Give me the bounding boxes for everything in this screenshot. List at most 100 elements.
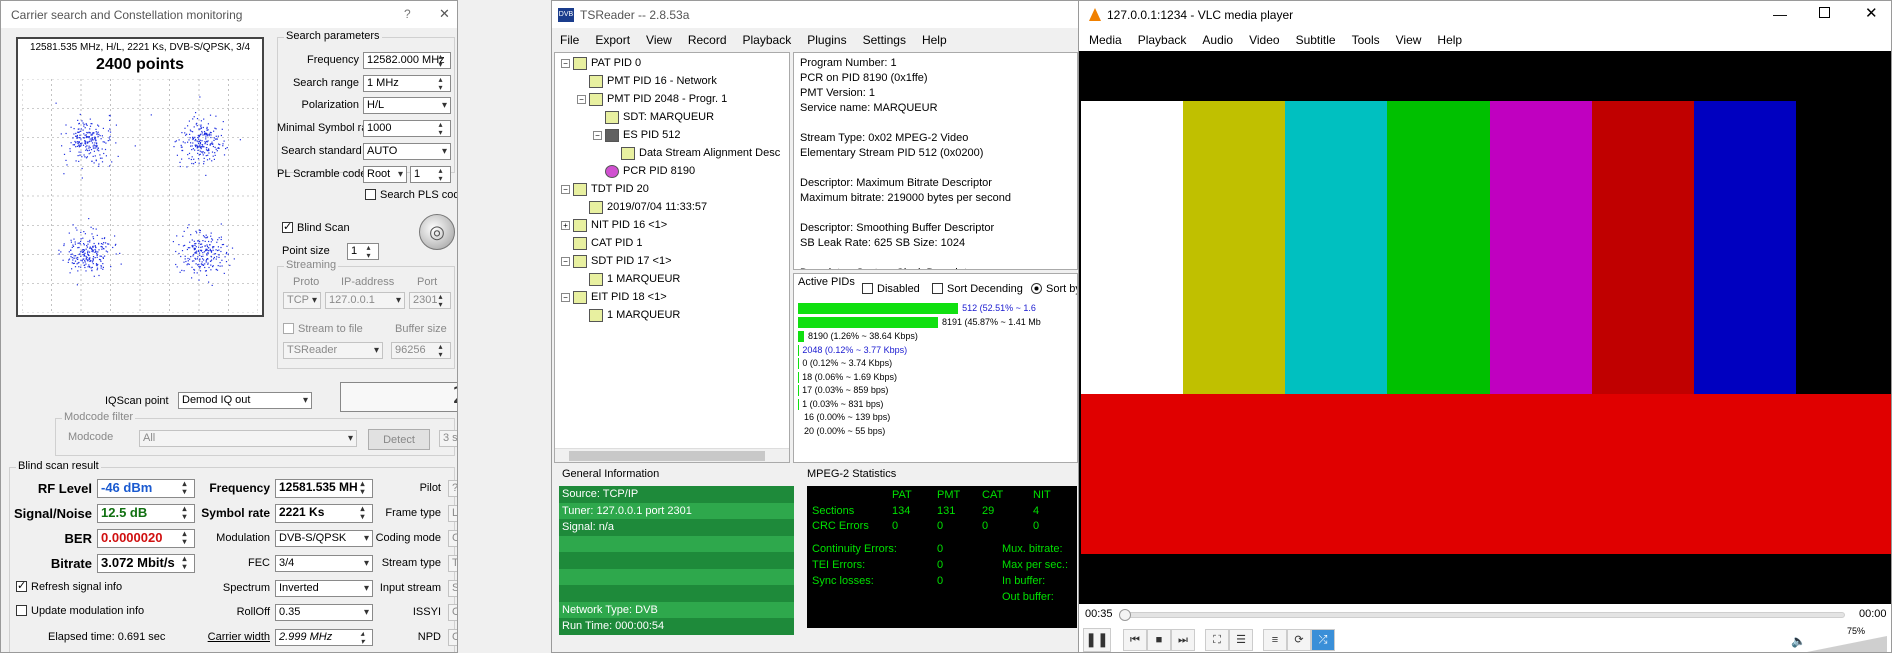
playlist-button[interactable]: ≡	[1263, 629, 1287, 651]
update-modulation-checkbox[interactable]: Update modulation info	[16, 605, 144, 617]
tsreader-menu-playback[interactable]: Playback	[735, 33, 800, 47]
frequency-field[interactable]: 12582.000 MHz	[363, 52, 451, 69]
modcode-select[interactable]: All	[139, 430, 357, 447]
shuffle-button[interactable]: ⤮	[1311, 629, 1335, 651]
spectrum-select[interactable]: Inverted	[275, 580, 373, 597]
tsreader-menu-file[interactable]: File	[552, 33, 587, 47]
detect-button[interactable]: Detect	[368, 429, 430, 450]
proto-select[interactable]: TCP	[283, 292, 321, 309]
stop-button[interactable]: ■	[1147, 629, 1171, 651]
polarization-select[interactable]: H/L	[363, 97, 451, 114]
disabled-check[interactable]	[862, 283, 873, 294]
tree-node[interactable]: − ES PID 512	[593, 126, 680, 144]
sort-desc-checkbox[interactable]: Sort Decending	[932, 283, 1023, 295]
vlc-menu-view[interactable]: View	[1388, 33, 1430, 47]
tree-scrollbar[interactable]	[555, 448, 789, 462]
pid-row[interactable]: 1 (0.03% ~ 831 bps)	[798, 398, 1077, 412]
pid-row[interactable]: 18 (0.06% ~ 1.69 Kbps)	[798, 371, 1077, 385]
stream-file-select[interactable]: TSReader	[283, 342, 383, 359]
carrier-width-label[interactable]: Carrier width	[198, 631, 270, 643]
tree-node[interactable]: + NIT PID 16 <1>	[561, 216, 667, 234]
update-modulation-check[interactable]	[16, 605, 27, 616]
seek-handle[interactable]	[1119, 609, 1131, 621]
tree-node[interactable]: 2019/07/04 11:33:57	[577, 198, 707, 216]
sort-by-radio-dot[interactable]	[1031, 283, 1042, 294]
input-stream-select[interactable]: Single	[448, 580, 457, 597]
vlc-close-icon[interactable]: ✕	[1865, 4, 1878, 22]
modulation-select[interactable]: DVB-S/QPSK	[275, 530, 373, 547]
volume-icon[interactable]: 🔈	[1791, 634, 1806, 648]
ip-address-field[interactable]: 127.0.0.1	[325, 292, 405, 309]
extended-settings-button[interactable]: ☰	[1229, 629, 1253, 651]
vlc-menu-playback[interactable]: Playback	[1130, 33, 1195, 47]
search-pls-check[interactable]	[365, 189, 376, 200]
point-size-field[interactable]: 1	[347, 243, 379, 260]
blind-scan-checkbox[interactable]: Blind Scan	[282, 220, 350, 234]
pid-row[interactable]: 2048 (0.12% ~ 3.77 Kbps)	[798, 344, 1077, 358]
refresh-signal-check[interactable]	[16, 579, 27, 592]
help-button[interactable]: ?	[404, 7, 411, 21]
close-button[interactable]: ✕	[439, 6, 450, 22]
seek-bar[interactable]	[1121, 612, 1845, 618]
pid-row[interactable]: 20 (0.00% ~ 55 bps)	[798, 425, 1077, 439]
tree-node[interactable]: − PMT PID 2048 - Progr. 1	[577, 90, 727, 108]
tree-node[interactable]: − TDT PID 20	[561, 180, 649, 198]
video-area[interactable]	[1079, 51, 1891, 604]
loop-button[interactable]: ⟳	[1287, 629, 1311, 651]
expand-toggle-icon[interactable]: −	[577, 94, 586, 104]
pl-mode-select[interactable]: Root	[363, 166, 407, 183]
tree-node[interactable]: PCR PID 8190	[593, 162, 695, 180]
tree-node[interactable]: − EIT PID 18 <1>	[561, 288, 667, 306]
tree-node[interactable]: − SDT PID 17 <1>	[561, 252, 672, 270]
npd-select[interactable]: OFF	[448, 629, 457, 646]
refresh-signal-checkbox[interactable]: Refresh signal info	[16, 579, 122, 593]
search-pls-checkbox[interactable]: Search PLS code	[365, 189, 457, 201]
pilot-select[interactable]: ?	[448, 480, 457, 497]
vlc-menu-help[interactable]: Help	[1429, 33, 1470, 47]
expand-toggle-icon[interactable]: −	[561, 184, 570, 194]
pid-row[interactable]: 512 (52.51% ~ 1.6	[798, 302, 1077, 316]
volume-slider[interactable]	[1807, 636, 1887, 652]
fullscreen-button[interactable]: ⛶	[1205, 629, 1229, 651]
rolloff-select[interactable]: 0.35	[275, 604, 373, 621]
vlc-menu-video[interactable]: Video	[1241, 33, 1287, 47]
tsreader-menu-help[interactable]: Help	[914, 33, 955, 47]
pause-button[interactable]: ❚❚	[1083, 628, 1111, 652]
fec-select[interactable]: 3/4	[275, 555, 373, 572]
tsreader-menu-settings[interactable]: Settings	[855, 33, 914, 47]
stream-to-file-check[interactable]	[283, 323, 294, 334]
tree-node[interactable]: PMT PID 16 - Network	[577, 72, 717, 90]
expand-toggle-icon[interactable]: −	[593, 130, 602, 140]
min-symbol-rate-field[interactable]: 1000	[363, 120, 451, 137]
expand-toggle-icon[interactable]: −	[561, 292, 570, 302]
vlc-menu-tools[interactable]: Tools	[1344, 33, 1388, 47]
issyi-select[interactable]: OFF	[448, 604, 457, 621]
sort-by-radio[interactable]: Sort by	[1031, 283, 1077, 295]
maximize-icon[interactable]	[1819, 7, 1830, 18]
vlc-menu-subtitle[interactable]: Subtitle	[1288, 33, 1344, 47]
previous-button[interactable]: ⏮	[1123, 629, 1147, 651]
pl-value-field[interactable]: 1	[410, 166, 451, 183]
tree-node[interactable]: Data Stream Alignment Desc	[609, 144, 780, 162]
port-field[interactable]: 2301	[409, 292, 451, 309]
blind-scan-check[interactable]	[282, 220, 293, 233]
disabled-checkbox[interactable]: Disabled	[862, 283, 920, 295]
pid-row[interactable]: 17 (0.03% ~ 859 bps)	[798, 384, 1077, 398]
tree-scroll-thumb[interactable]	[569, 451, 765, 461]
pid-row[interactable]: 0 (0.12% ~ 3.74 Kbps)	[798, 357, 1077, 371]
expand-toggle-icon[interactable]: +	[561, 220, 570, 230]
satellite-dish-icon[interactable]: ◎	[419, 214, 455, 250]
stream-type-select[interactable]: Transport	[448, 555, 457, 572]
stream-to-file-checkbox[interactable]: Stream to file	[283, 323, 363, 335]
tsreader-menu-plugins[interactable]: Plugins	[799, 33, 854, 47]
tsreader-menu-view[interactable]: View	[638, 33, 680, 47]
pid-row[interactable]: 8190 (1.26% ~ 38.64 Kbps)	[798, 330, 1077, 344]
detect-seconds-field[interactable]: 3 sec	[439, 430, 457, 447]
frame-type-select[interactable]: Long	[448, 505, 457, 522]
minimize-icon[interactable]: —	[1773, 6, 1787, 22]
coding-mode-select[interactable]: CCM	[448, 530, 457, 547]
tsreader-menu-export[interactable]: Export	[587, 33, 638, 47]
iq-scan-select[interactable]: Demod IQ out	[178, 392, 312, 409]
tree-node[interactable]: SDT: MARQUEUR	[593, 108, 714, 126]
pid-row[interactable]: 16 (0.00% ~ 139 bps)	[798, 411, 1077, 425]
